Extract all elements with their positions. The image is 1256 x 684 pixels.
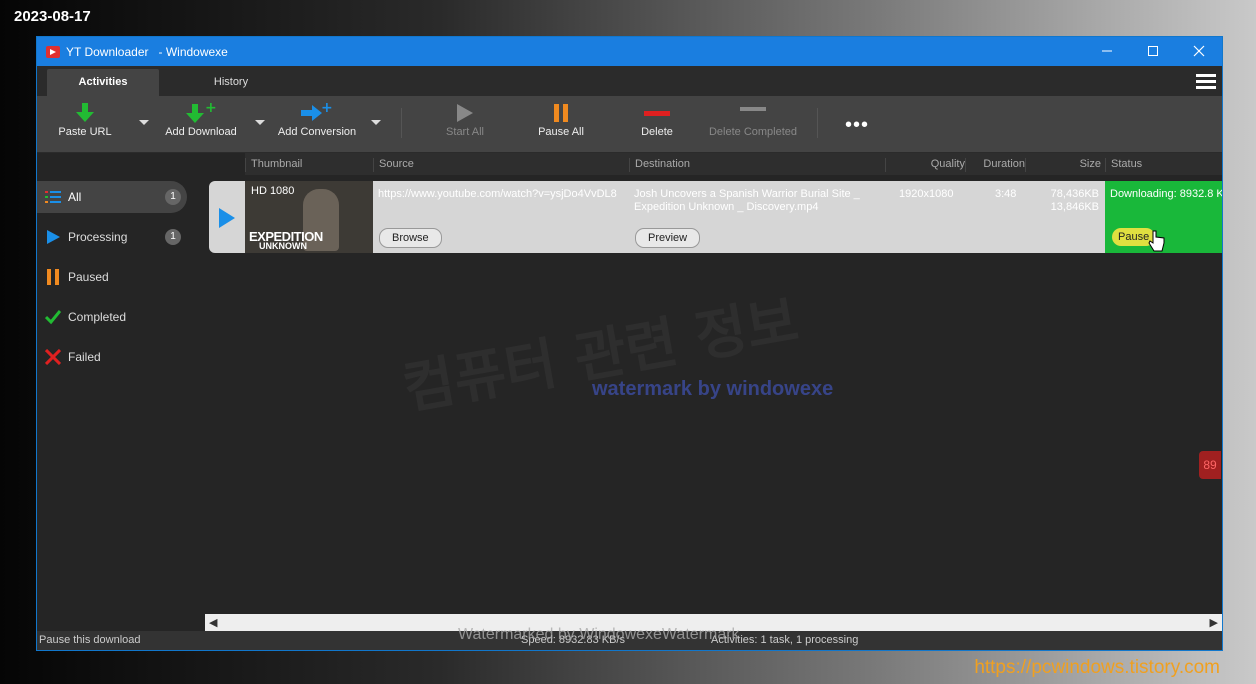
add-download-label: Add Download: [165, 126, 237, 138]
delete-completed-button[interactable]: Delete Completed: [705, 100, 801, 138]
download-arrow-icon: [57, 100, 113, 126]
delete-completed-icon: [705, 100, 801, 126]
check-icon: [45, 309, 61, 325]
browse-button[interactable]: Browse: [379, 228, 442, 248]
row-play-icon[interactable]: [219, 208, 235, 228]
close-button[interactable]: [1176, 44, 1222, 60]
minimize-button[interactable]: [1084, 44, 1130, 60]
sidebar: All 1 Processing 1 Paused Completed Fail…: [37, 181, 197, 381]
pause-icon: [531, 100, 591, 126]
play-icon: [45, 229, 61, 245]
col-destination[interactable]: Destination: [629, 158, 690, 172]
size-done: 13,846KB: [1050, 201, 1099, 213]
status-cell: Downloading: 8932.8 K Pause: [1105, 181, 1223, 253]
scroll-right-icon[interactable]: ▶: [1210, 616, 1218, 629]
delete-icon: [629, 100, 685, 126]
col-status[interactable]: Status: [1105, 158, 1142, 172]
window-title-suffix: - Windowexe: [158, 44, 228, 59]
size-value: 78,436KB 13,846KB: [1039, 188, 1099, 214]
preview-button[interactable]: Preview: [635, 228, 701, 248]
sidebar-item-processing[interactable]: Processing 1: [37, 221, 197, 253]
status-hint: Pause this download: [39, 634, 141, 646]
count-badge: 1: [165, 229, 181, 245]
svg-text:+: +: [321, 102, 333, 116]
pause-all-label: Pause All: [538, 126, 584, 138]
column-headers: Thumbnail Source Destination Quality Dur…: [245, 153, 1222, 175]
title-bar: YT Downloader - Windowexe: [37, 37, 1222, 66]
svg-text:+: +: [205, 102, 216, 116]
count-badge: 1: [165, 189, 181, 205]
pause-all-button[interactable]: Pause All: [531, 100, 591, 138]
play-icon: [435, 100, 495, 126]
tab-bar: Activities History: [37, 66, 1222, 96]
size-total: 78,436KB: [1050, 188, 1099, 200]
watermark-subtext: watermark by windowexe: [592, 378, 834, 400]
destination-file: Josh Uncovers a Spanish Warrior Burial S…: [634, 188, 874, 214]
status-text: Downloading: 8932.8 K: [1110, 188, 1223, 200]
more-options-icon[interactable]: •••: [845, 114, 869, 137]
sidebar-item-label: Paused: [68, 270, 109, 284]
delete-label: Delete: [641, 126, 673, 138]
sidebar-item-failed[interactable]: Failed: [37, 341, 197, 373]
add-conversion-button[interactable]: + Add Conversion: [277, 100, 357, 138]
toolbar-separator: [401, 108, 402, 138]
date-stamp: 2023-08-17: [14, 8, 91, 25]
x-icon: [45, 349, 61, 365]
source-url: https://www.youtube.com/watch?v=ysjDo4Vv…: [378, 188, 617, 200]
paste-url-label: Paste URL: [58, 126, 112, 138]
destination-line1: Josh Uncovers a Spanish Warrior Burial S…: [634, 188, 860, 200]
app-name: YT Downloader: [66, 44, 149, 59]
edge-badge: 89: [1199, 451, 1221, 479]
thumb-quality: HD 1080: [251, 185, 295, 197]
main-content: Thumbnail Source Destination Quality Dur…: [37, 153, 1222, 650]
col-size[interactable]: Size: [1025, 158, 1101, 172]
thumb-title-line2: UNKNOWN: [259, 241, 307, 251]
col-quality[interactable]: Quality: [885, 158, 965, 172]
tab-history[interactable]: History: [187, 69, 275, 96]
quality-value: 1920x1080: [899, 188, 954, 200]
col-source[interactable]: Source: [373, 158, 414, 172]
delete-completed-label: Delete Completed: [708, 126, 798, 138]
list-icon: [45, 189, 61, 205]
col-thumbnail[interactable]: Thumbnail: [245, 158, 302, 172]
paste-url-button[interactable]: Paste URL: [57, 100, 113, 138]
add-conversion-icon: +: [277, 100, 357, 126]
start-all-button[interactable]: Start All: [435, 100, 495, 138]
tab-activities[interactable]: Activities: [47, 69, 159, 96]
add-download-button[interactable]: + Add Download: [163, 100, 239, 138]
site-url-link[interactable]: https://pcwindows.tistory.com: [974, 657, 1220, 679]
duration-value: 3:48: [995, 188, 1017, 200]
col-duration[interactable]: Duration: [965, 158, 1025, 172]
sidebar-item-label: Completed: [68, 310, 127, 324]
hamburger-menu-icon[interactable]: [1196, 74, 1216, 90]
scroll-left-icon[interactable]: ◀: [209, 616, 217, 629]
maximize-button[interactable]: [1130, 44, 1176, 60]
add-download-dropdown-caret[interactable]: [255, 120, 265, 125]
toolbar-separator: [817, 108, 818, 138]
sidebar-item-all[interactable]: All 1: [37, 181, 187, 213]
video-thumbnail: HD 1080 EXPEDITION UNKNOWN: [245, 181, 373, 253]
sidebar-item-label: Failed: [68, 350, 101, 364]
paste-url-dropdown-caret[interactable]: [139, 120, 149, 125]
pause-icon: [45, 269, 61, 285]
watermark-bottom: Watermarked by WindowexeWatermark: [458, 626, 740, 643]
delete-button[interactable]: Delete: [629, 100, 685, 138]
add-conversion-label: Add Conversion: [277, 126, 357, 138]
add-download-icon: +: [163, 100, 239, 126]
toolbar: Paste URL + Add Download + Add Conversio…: [37, 96, 1222, 152]
app-logo-icon: [46, 45, 60, 58]
add-conversion-dropdown-caret[interactable]: [371, 120, 381, 125]
sidebar-item-label: All: [68, 190, 82, 204]
destination-line2: Expedition Unknown _ Discovery.mp4: [634, 201, 819, 213]
download-row[interactable]: HD 1080 EXPEDITION UNKNOWN https://www.y…: [209, 181, 1222, 253]
hand-cursor-icon: [1148, 230, 1165, 252]
sidebar-item-paused[interactable]: Paused: [37, 261, 197, 293]
sidebar-item-label: Processing: [68, 230, 128, 244]
sidebar-item-completed[interactable]: Completed: [37, 301, 197, 333]
start-all-label: Start All: [446, 126, 484, 138]
